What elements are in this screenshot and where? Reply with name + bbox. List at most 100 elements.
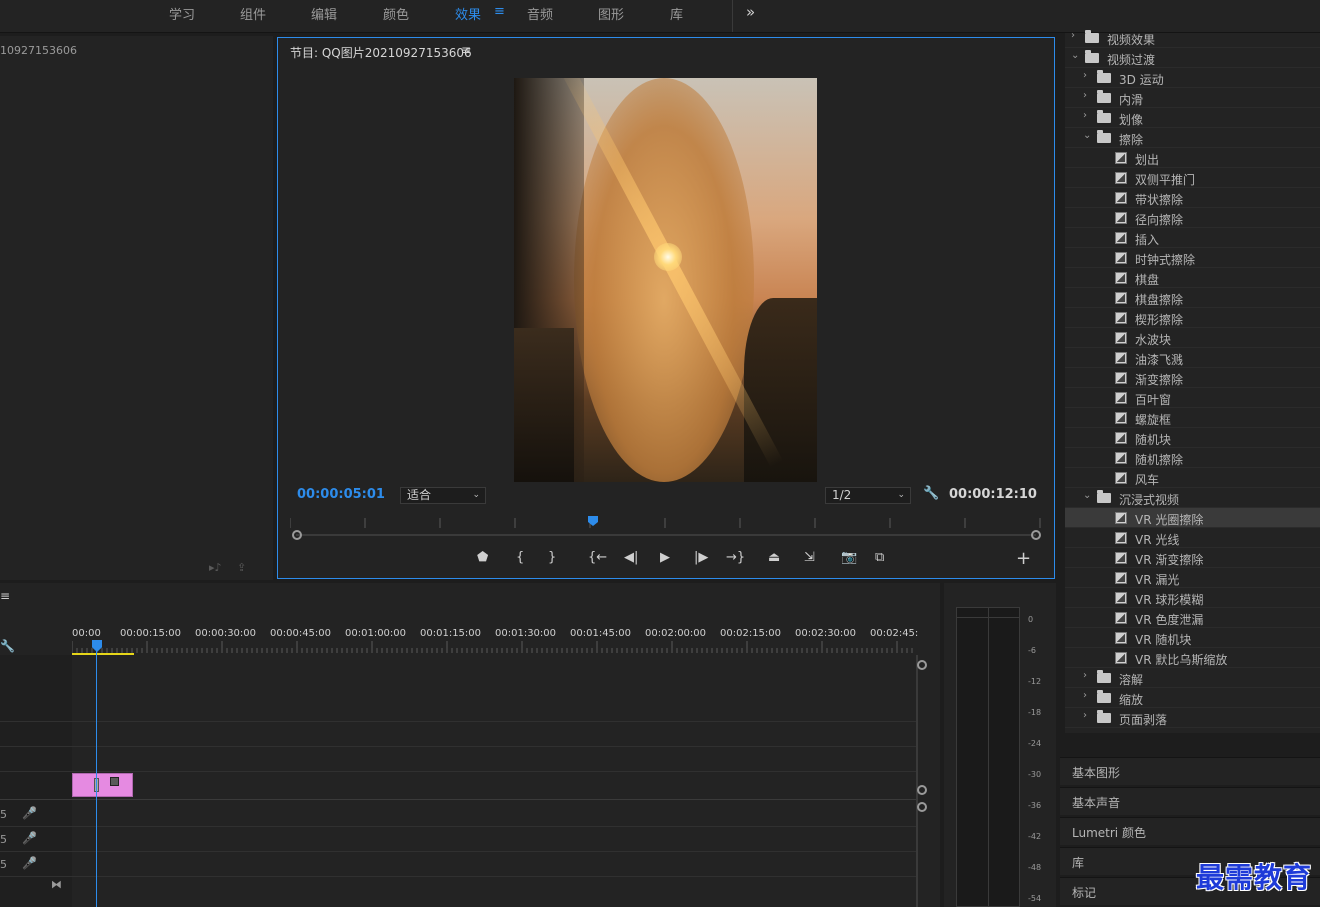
lumetri-color-panel[interactable]: Lumetri 颜色 <box>1060 817 1320 845</box>
workspace-tab-editing[interactable]: 编辑 <box>311 4 337 23</box>
effects-folder[interactable]: ⌄ 沉浸式视频 <box>1065 488 1320 508</box>
effects-item[interactable]: 随机块 <box>1065 428 1320 448</box>
play-button[interactable]: ▶ <box>660 550 670 565</box>
timeline-ruler[interactable]: 00:00 00:00:15:00 00:00:30:00 00:00:45:0… <box>72 625 918 655</box>
zoom-dropdown[interactable]: 适合 ⌄ <box>400 487 486 504</box>
program-video-frame[interactable] <box>514 78 817 482</box>
effects-item[interactable]: 楔形擦除 <box>1065 308 1320 328</box>
effects-item[interactable]: VR 球形模糊 <box>1065 588 1320 608</box>
effects-item[interactable]: 径向擦除 <box>1065 208 1320 228</box>
effects-item[interactable]: VR 渐变擦除 <box>1065 548 1320 568</box>
program-title[interactable]: 节目: QQ图片20210927153606 <box>290 44 472 61</box>
microphone-icon[interactable]: 🎤 <box>22 856 37 870</box>
essential-sound-panel[interactable]: 基本声音 <box>1060 787 1320 815</box>
lift-button[interactable]: ⏏ <box>768 550 780 565</box>
button-editor-add-button[interactable]: + <box>1016 548 1031 569</box>
effects-item[interactable]: 棋盘 <box>1065 268 1320 288</box>
playhead-timecode[interactable]: 00:00:05:01 <box>297 487 385 502</box>
extract-button[interactable]: ⇲ <box>804 550 815 565</box>
audio-only-icon[interactable]: ▸♪ <box>209 561 222 574</box>
effects-folder[interactable]: › 内滑 <box>1065 88 1320 108</box>
mark-out-button[interactable]: } <box>548 550 556 565</box>
effects-item[interactable]: 油漆飞溅 <box>1065 348 1320 368</box>
workspace-tab-learn[interactable]: 学习 <box>169 4 195 23</box>
chevron-right-icon[interactable]: › <box>1083 90 1087 101</box>
comparison-view-button[interactable]: ⧉ <box>875 550 884 565</box>
effects-item[interactable]: 划出 <box>1065 148 1320 168</box>
effects-item[interactable]: VR 默比乌斯缩放 <box>1065 648 1320 668</box>
program-menu-icon[interactable]: ≡ <box>461 43 471 57</box>
effects-folder[interactable]: › 3D 运动 <box>1065 68 1320 88</box>
effects-folder[interactable]: › 页面剥落 <box>1065 708 1320 728</box>
scroll-handle-audio[interactable] <box>917 802 927 812</box>
effects-item[interactable]: VR 随机块 <box>1065 628 1320 648</box>
timeline-zoom-icon[interactable]: ⧓ <box>51 878 62 891</box>
scroll-handle-top[interactable] <box>917 660 927 670</box>
effects-item-label: 溶解 <box>1119 673 1144 687</box>
workspace-tab-libraries[interactable]: 库 <box>670 4 683 23</box>
chevron-right-icon[interactable]: › <box>1083 110 1087 121</box>
program-scrub-bar[interactable] <box>296 534 1036 536</box>
workspace-menu-icon[interactable]: ≡ <box>494 4 505 19</box>
wrench-icon[interactable]: 🔧 <box>923 486 939 501</box>
chevron-down-icon[interactable]: ⌄ <box>1071 50 1079 61</box>
go-to-out-button[interactable]: →} <box>726 550 745 565</box>
effects-item[interactable]: 水波块 <box>1065 328 1320 348</box>
effects-folder[interactable]: › 划像 <box>1065 108 1320 128</box>
chevron-down-icon[interactable]: ⌄ <box>1083 130 1091 141</box>
chevron-right-icon[interactable]: › <box>1083 70 1087 81</box>
export-frame-button[interactable]: 📷 <box>841 550 857 565</box>
effects-item[interactable]: 渐变擦除 <box>1065 368 1320 388</box>
effects-item[interactable]: 棋盘擦除 <box>1065 288 1320 308</box>
chevron-right-icon[interactable]: › <box>1083 690 1087 701</box>
scroll-handle-mid[interactable] <box>917 785 927 795</box>
mark-in-button[interactable]: { <box>516 550 524 565</box>
chevron-down-icon[interactable]: ⌄ <box>1083 490 1091 501</box>
program-time-ruler[interactable] <box>290 516 1042 528</box>
chevron-right-icon[interactable]: › <box>1071 30 1075 41</box>
effects-item[interactable]: VR 光线 <box>1065 528 1320 548</box>
effects-item[interactable]: 时钟式擦除 <box>1065 248 1320 268</box>
workspace-tab-effects[interactable]: 效果 <box>455 4 481 23</box>
effects-item[interactable]: 随机擦除 <box>1065 448 1320 468</box>
zoom-handle-right[interactable] <box>1031 530 1041 540</box>
zoom-handle-left[interactable] <box>292 530 302 540</box>
work-area-bar[interactable] <box>72 653 134 655</box>
effects-item[interactable]: VR 色度泄漏 <box>1065 608 1320 628</box>
effects-item[interactable]: 螺旋框 <box>1065 408 1320 428</box>
microphone-icon[interactable]: 🎤 <box>22 831 37 845</box>
effects-folder[interactable]: › 视频效果 <box>1065 28 1320 48</box>
workspace-tab-assembly[interactable]: 组件 <box>240 4 266 23</box>
effects-folder[interactable]: ⌄ 擦除 <box>1065 128 1320 148</box>
step-forward-button[interactable]: |▶ <box>694 550 708 565</box>
essential-graphics-panel[interactable]: 基本图形 <box>1060 757 1320 785</box>
effects-item[interactable]: 风车 <box>1065 468 1320 488</box>
export-icon[interactable]: ⇪ <box>237 561 246 574</box>
workspace-tab-audio[interactable]: 音频 <box>527 4 553 23</box>
chevron-right-icon[interactable]: › <box>1083 710 1087 721</box>
effects-item[interactable]: 百叶窗 <box>1065 388 1320 408</box>
effects-folder[interactable]: › 缩放 <box>1065 688 1320 708</box>
workspace-tab-graphics[interactable]: 图形 <box>598 4 624 23</box>
effects-item[interactable]: 双侧平推门 <box>1065 168 1320 188</box>
resolution-dropdown[interactable]: 1/2 ⌄ <box>825 487 911 504</box>
go-to-in-button[interactable]: {← <box>588 550 607 565</box>
timeline-clip[interactable] <box>72 773 133 797</box>
effects-folder[interactable]: › 溶解 <box>1065 668 1320 688</box>
effects-item[interactable]: 带状擦除 <box>1065 188 1320 208</box>
microphone-icon[interactable]: 🎤 <box>22 806 37 820</box>
effects-folder[interactable]: ⌄ 视频过渡 <box>1065 48 1320 68</box>
chevron-right-icon[interactable]: › <box>1083 670 1087 681</box>
timeline-menu-icon[interactable]: ≡ <box>0 589 10 603</box>
effects-item[interactable]: VR 漏光 <box>1065 568 1320 588</box>
workspace-overflow-icon[interactable]: » <box>746 3 755 21</box>
transition-icon[interactable] <box>110 777 119 786</box>
effects-item[interactable]: 插入 <box>1065 228 1320 248</box>
timeline-vertical-scrollbar[interactable] <box>916 655 918 907</box>
step-back-button[interactable]: ◀| <box>624 550 638 565</box>
db-label: -6 <box>1028 646 1036 655</box>
add-marker-button[interactable]: ⬟ <box>477 550 488 565</box>
workspace-tab-color[interactable]: 颜色 <box>383 4 409 23</box>
timeline-wrench-icon[interactable]: 🔧 <box>0 639 15 653</box>
effects-item[interactable]: VR 光圈擦除 <box>1065 508 1320 528</box>
